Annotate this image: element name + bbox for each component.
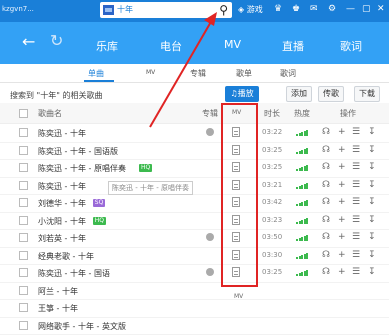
annotation-arrow [149,12,217,128]
arrow-head [204,12,217,26]
arrow-line [149,19,213,128]
